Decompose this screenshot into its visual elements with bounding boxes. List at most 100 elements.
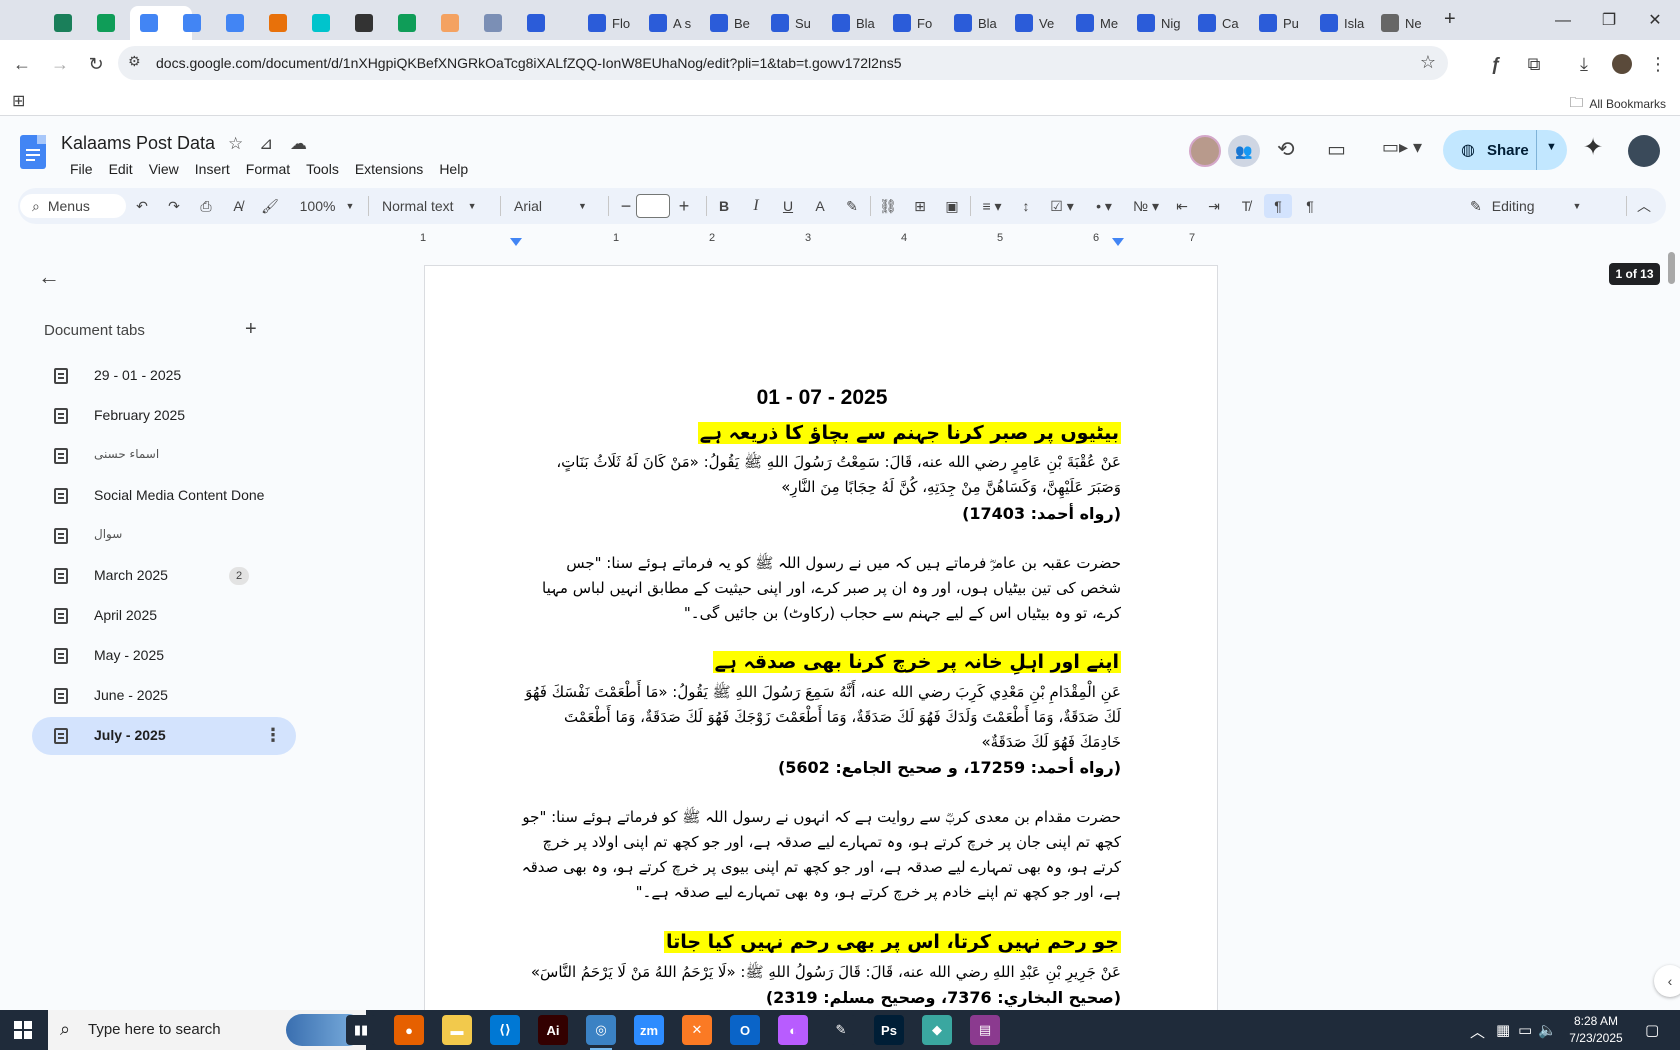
browser-tab[interactable]: Ne <box>1371 6 1433 40</box>
meet-video-icon[interactable]: ▭▸ ▾ <box>1382 137 1422 158</box>
winrar-icon[interactable]: ▤ <box>970 1015 1000 1045</box>
zoom-select[interactable]: 100% ▼ <box>290 194 364 218</box>
scrollbar-thumb[interactable] <box>1668 252 1675 284</box>
doc-tab-february-2025[interactable]: February 2025 <box>32 397 296 435</box>
increase-indent-icon[interactable]: ⇥ <box>1202 194 1226 218</box>
line-spacing-icon[interactable]: ↕ <box>1014 194 1038 218</box>
maximize-icon[interactable]: ❐ <box>1586 8 1632 34</box>
app-icon[interactable]: ◆ <box>922 1015 952 1045</box>
bulleted-list-icon[interactable]: • ▾ <box>1086 194 1122 218</box>
zoom-icon[interactable]: zm <box>634 1015 664 1045</box>
insert-image-icon[interactable]: ▣ <box>940 194 964 218</box>
back-arrow-icon[interactable]: ← <box>38 264 60 290</box>
new-tab-button[interactable]: + <box>1444 8 1456 31</box>
ltr-text-icon[interactable]: ¶ <box>1264 194 1292 218</box>
undo-icon[interactable]: ↶ <box>130 194 154 218</box>
doc-tab-social-media-content-done[interactable]: Social Media Content Done <box>32 477 296 515</box>
doc-tab-march-2025[interactable]: March 2025 2 <box>32 557 296 595</box>
browser-tab[interactable]: Ve <box>1005 6 1067 40</box>
minimize-icon[interactable]: — <box>1540 8 1586 34</box>
document-page[interactable]: 01 - 07 - 2025 بیٹیوں پر صبر کرنا جہنم س… <box>424 265 1218 1025</box>
extension-f-icon[interactable]: ƒ <box>1484 52 1508 76</box>
extensions-puzzle-icon[interactable]: ⧉ <box>1522 52 1546 76</box>
share-button[interactable]: ◍ Share ▼ <box>1443 130 1567 170</box>
increase-font-size-icon[interactable]: + <box>672 194 696 218</box>
search-menus[interactable]: ⌕ Menus <box>20 194 126 218</box>
omnibox[interactable]: ⚙ docs.google.com/document/d/1nXHgpiQKBe… <box>118 46 1448 80</box>
rtl-text-icon[interactable]: ¶ <box>1298 194 1322 218</box>
bookmark-star-icon[interactable]: ☆ <box>1420 52 1436 73</box>
add-tab-icon[interactable]: + <box>245 318 257 341</box>
browser-tab[interactable]: Su <box>761 6 823 40</box>
show-hidden-icons[interactable]: ︿ <box>1470 1021 1485 1042</box>
doc-tab-29-01-2025[interactable]: 29 - 01 - 2025 <box>32 357 296 395</box>
left-indent-marker[interactable] <box>510 238 522 246</box>
gemini-icon[interactable]: ✦ <box>1583 133 1603 162</box>
highlight-icon[interactable]: ✎ <box>840 194 864 218</box>
vscode-icon[interactable]: ⟨⟩ <box>490 1015 520 1045</box>
download-icon[interactable]: ⤓ <box>1572 52 1596 76</box>
close-window-icon[interactable]: ✕ <box>1632 8 1678 34</box>
menu-insert[interactable]: Insert <box>187 159 238 179</box>
browser-tab[interactable]: Bla <box>944 6 1006 40</box>
font-size-input[interactable] <box>636 194 670 218</box>
italic-icon[interactable]: I <box>744 194 768 218</box>
menu-format[interactable]: Format <box>238 159 298 179</box>
decrease-indent-icon[interactable]: ⇤ <box>1170 194 1194 218</box>
chrome-icon[interactable]: ◎ <box>586 1015 616 1050</box>
all-bookmarks-button[interactable]: 🗀 All Bookmarks <box>1569 92 1666 116</box>
meeting-chat-icon[interactable]: 👥 <box>1228 135 1260 167</box>
taskbar-search-box[interactable]: ⌕ Type here to search <box>48 1010 366 1050</box>
browser-tab[interactable]: Pu <box>1249 6 1311 40</box>
add-comment-icon[interactable]: ⊞ <box>908 194 932 218</box>
hide-menus-icon[interactable]: ︿ <box>1632 194 1656 218</box>
menu-tools[interactable]: Tools <box>298 159 347 179</box>
site-info-icon[interactable]: ⚙ <box>128 53 141 70</box>
reload-icon[interactable]: ↻ <box>84 52 108 76</box>
apps-grid-icon[interactable]: ⊞ <box>12 91 25 111</box>
photos-icon[interactable]: ◐ <box>778 1015 808 1045</box>
menu-file[interactable]: File <box>62 159 101 179</box>
checklist-icon[interactable]: ☑ ▾ <box>1044 194 1080 218</box>
cloud-saved-icon[interactable]: ☁ <box>290 134 307 154</box>
ruler[interactable]: 1 1 2 3 4 5 6 7 <box>420 232 1218 248</box>
menu-view[interactable]: View <box>141 159 187 179</box>
menu-help[interactable]: Help <box>431 159 476 179</box>
underline-icon[interactable]: U <box>776 194 800 218</box>
version-history-icon[interactable]: ⟲ <box>1277 137 1295 162</box>
account-avatar[interactable] <box>1628 135 1660 167</box>
profile-avatar[interactable] <box>1610 52 1634 76</box>
file-explorer-icon[interactable]: ▬ <box>442 1015 472 1045</box>
browser-tab[interactable]: Me <box>1066 6 1128 40</box>
paragraph-style-select[interactable]: Normal text ▼ <box>376 194 496 218</box>
menu-extensions[interactable]: Extensions <box>347 159 431 179</box>
doc-tab-sawal[interactable]: سوال <box>32 517 296 555</box>
browser-tab[interactable]: Isla <box>1310 6 1372 40</box>
numbered-list-icon[interactable]: № ▾ <box>1128 194 1164 218</box>
notifications-icon[interactable]: ▢ <box>1645 1021 1659 1039</box>
text-color-icon[interactable]: A <box>808 194 832 218</box>
forward-icon[interactable]: → <box>48 52 72 76</box>
document-title[interactable]: Kalaams Post Data <box>61 133 215 154</box>
insert-link-icon[interactable]: ⛓ <box>876 194 900 218</box>
doc-tab-june-2025[interactable]: June - 2025 <box>32 677 296 715</box>
pen-icon[interactable]: ✎ <box>826 1015 856 1045</box>
xampp-icon[interactable]: ✕ <box>682 1015 712 1045</box>
browser-tab[interactable]: Fo <box>883 6 945 40</box>
browser-tab[interactable]: Bla <box>822 6 884 40</box>
docs-logo-icon[interactable] <box>20 135 46 169</box>
comments-icon[interactable]: ▭ <box>1327 137 1346 162</box>
star-icon[interactable]: ☆ <box>228 134 243 154</box>
tab-options-icon[interactable]: ⋮ <box>264 725 282 746</box>
editing-mode-select[interactable]: ✎ Editing ▼ <box>1470 194 1620 218</box>
taskbar-clock[interactable]: 8:28 AM 7/23/2025 <box>1556 1013 1636 1047</box>
firefox-icon[interactable]: ● <box>394 1015 424 1045</box>
doc-tab-april-2025[interactable]: April 2025 <box>32 597 296 635</box>
doc-tab-asma-husna[interactable]: اسماء حسنی <box>32 437 296 475</box>
font-select[interactable]: Arial ▼ <box>508 194 604 218</box>
align-icon[interactable]: ≡ ▾ <box>976 194 1008 218</box>
doc-tab-may-2025[interactable]: May - 2025 <box>32 637 296 675</box>
back-icon[interactable]: ← <box>10 52 34 76</box>
doc-tab-july-2025[interactable]: July - 2025 ⋮ <box>32 717 296 755</box>
redo-icon[interactable]: ↷ <box>162 194 186 218</box>
